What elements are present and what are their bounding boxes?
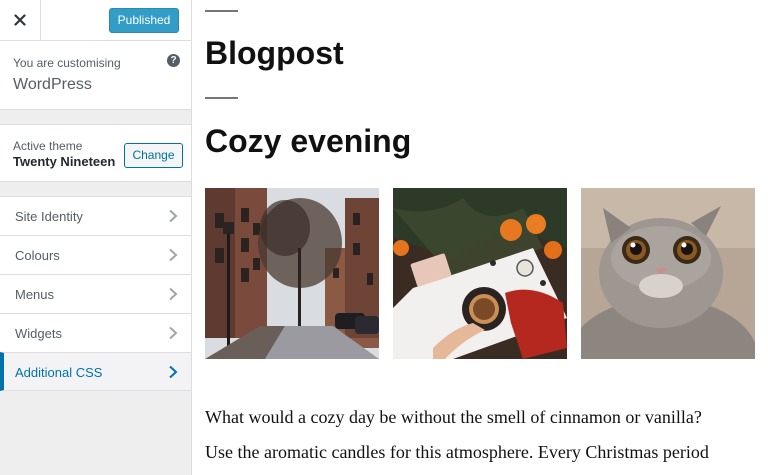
chevron-right-icon <box>169 365 178 379</box>
gallery-image-street[interactable] <box>205 188 379 359</box>
customizer-header: Published <box>0 0 191 41</box>
change-theme-button[interactable]: Change <box>124 143 183 168</box>
chevron-right-icon <box>169 326 178 340</box>
chevron-right-icon <box>169 287 178 301</box>
panel-label: Site Identity <box>15 209 83 224</box>
blog-title[interactable]: Blogpost <box>205 35 344 72</box>
panel-menus[interactable]: Menus <box>0 274 191 313</box>
divider <box>205 10 238 12</box>
theme-name: Twenty Nineteen <box>13 154 116 169</box>
panel-label: Additional CSS <box>15 365 103 380</box>
close-customizer-button[interactable] <box>0 0 41 40</box>
post-title[interactable]: Cozy evening <box>205 123 411 160</box>
site-title: WordPress <box>13 76 92 93</box>
active-theme-section: Active theme Twenty Nineteen Change <box>0 124 191 182</box>
close-icon <box>14 14 26 26</box>
help-icon[interactable]: ? <box>167 54 180 67</box>
chevron-right-icon <box>169 248 178 262</box>
panel-additional-css[interactable]: Additional CSS <box>0 352 191 391</box>
publish-button[interactable]: Published <box>109 8 179 33</box>
site-preview: Blogpost Cozy evening What would a cozy … <box>192 0 768 475</box>
panel-label: Colours <box>15 248 60 263</box>
panel-label: Widgets <box>15 326 62 341</box>
panel-colours[interactable]: Colours <box>0 235 191 274</box>
post-paragraph-line: Use the aromatic candles for this atmosp… <box>205 442 709 462</box>
active-theme-label: Active theme <box>13 139 83 153</box>
post-paragraph-line: What would a cozy day be without the sme… <box>205 407 702 427</box>
panel-label: Menus <box>15 287 55 302</box>
divider <box>205 97 238 99</box>
customising-label: You are customising <box>13 56 121 70</box>
customizer-info: You are customising WordPress ? <box>0 41 191 110</box>
panel-widgets[interactable]: Widgets <box>0 313 191 352</box>
gallery-image-flatlay[interactable] <box>393 188 567 359</box>
customizer-panel-list: Site Identity Colours Menus Widgets Addi… <box>0 196 191 391</box>
chevron-right-icon <box>169 209 178 223</box>
customizer-sidebar: Published You are customising WordPress … <box>0 0 192 475</box>
panel-site-identity[interactable]: Site Identity <box>0 196 191 235</box>
gallery-image-cat[interactable] <box>581 188 755 359</box>
